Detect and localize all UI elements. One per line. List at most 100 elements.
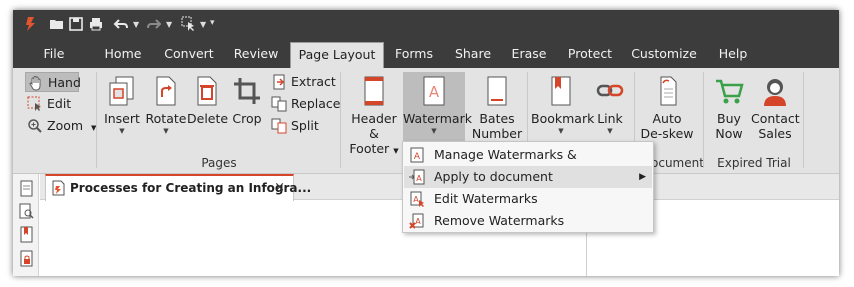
edit-select-icon <box>27 96 41 111</box>
edit-watermarks-label: Edit Watermarks <box>434 191 538 206</box>
extract-icon <box>273 74 285 90</box>
watermark-icon: A <box>423 76 445 106</box>
contact-agent-icon <box>764 79 786 106</box>
edit-label: Edit <box>47 96 72 111</box>
deskew-icon <box>660 76 677 106</box>
undo-icon[interactable] <box>113 16 129 32</box>
buy-label-2: Now <box>715 126 743 141</box>
quick-access-toolbar: ▼ ▼ ▼ ▾ <box>13 10 839 40</box>
tab-forms[interactable]: Forms <box>389 42 439 68</box>
menu-item-edit-watermarks[interactable]: A Edit Watermarks <box>404 188 652 210</box>
submenu-arrow-icon: ▶ <box>639 172 646 182</box>
print-icon[interactable] <box>88 16 104 32</box>
split-pages-button[interactable]: Split <box>269 116 327 136</box>
extract-pages-button[interactable]: Extract <box>269 72 337 92</box>
tab-file[interactable]: File <box>31 42 77 68</box>
insert-pages-button[interactable]: Insert ▼ <box>101 72 143 152</box>
link-icon <box>596 84 624 97</box>
customize-qat-icon[interactable]: ▾ <box>210 18 215 28</box>
separator <box>803 72 804 168</box>
rotate-pages-button[interactable]: Rotate ▼ <box>145 72 187 152</box>
hand-tool-button[interactable]: Hand <box>25 72 81 92</box>
tab-review[interactable]: Review <box>225 42 287 68</box>
menu-item-remove-watermarks[interactable]: A Remove Watermarks <box>404 210 652 232</box>
zoom-label: Zoom <box>47 118 84 133</box>
rotate-dropdown-icon: ▼ <box>163 127 169 135</box>
contact-sales-button[interactable]: Contact Sales <box>751 72 800 152</box>
crop-icon <box>234 78 260 104</box>
navigation-panel-bar <box>13 174 39 276</box>
pages-group-label: Pages <box>201 156 237 170</box>
replace-pages-button[interactable]: Replace <box>269 94 341 114</box>
manage-watermark-icon: A <box>410 147 424 163</box>
expired-trial-group-label: Expired Trial <box>717 156 791 170</box>
delete-label: Delete <box>187 111 229 126</box>
crop-pages-button[interactable]: Crop <box>229 72 265 152</box>
hand-icon <box>29 76 41 91</box>
watermark-dropdown-icon: ▼ <box>431 127 437 135</box>
close-tab-icon[interactable]: × <box>274 180 285 195</box>
app-window: ▼ ▼ ▼ ▾ File Home Convert Review Page La… <box>13 10 839 276</box>
watermark-label: Watermark <box>403 111 472 126</box>
deskew-label-1: Auto <box>652 111 682 126</box>
link-dropdown-icon: ▼ <box>607 127 613 135</box>
zoom-icon <box>28 119 42 133</box>
select-dropdown-icon[interactable]: ▼ <box>200 20 206 29</box>
edit-tool-button[interactable]: Edit <box>25 94 79 114</box>
zoom-tool-button[interactable]: Zoom ▼ <box>25 116 103 136</box>
menu-item-apply-to-document[interactable]: A Apply to document ▶ <box>404 166 652 188</box>
tab-help[interactable]: Help <box>711 42 755 68</box>
tab-share[interactable]: Share <box>449 42 497 68</box>
bookmark-button[interactable]: Bookmark ▼ <box>531 72 595 152</box>
menu-item-manage-watermarks[interactable]: A Manage Watermarks & Backgrounds <box>404 144 652 184</box>
page-thumbnails-icon[interactable] <box>19 180 34 197</box>
header-footer-icon <box>364 76 384 106</box>
open-folder-icon[interactable] <box>49 16 65 32</box>
hand-label: Hand <box>48 75 81 90</box>
tab-erase[interactable]: Erase <box>507 42 551 68</box>
save-icon[interactable] <box>68 16 84 32</box>
buy-now-button[interactable]: Buy Now <box>709 72 749 152</box>
bookmarks-panel-icon[interactable] <box>19 226 34 243</box>
tab-convert[interactable]: Convert <box>157 42 221 68</box>
replace-icon <box>271 96 287 112</box>
delete-pages-button[interactable]: Delete <box>187 72 229 152</box>
redo-dropdown-icon[interactable]: ▼ <box>166 20 172 29</box>
auto-deskew-button[interactable]: Auto De-skew <box>639 72 695 152</box>
remove-watermarks-label: Remove Watermarks <box>434 213 565 228</box>
bates-number-button[interactable]: Bates Number ▼ <box>471 72 523 155</box>
watermark-dropdown-menu: A Manage Watermarks & Backgrounds A Appl… <box>402 141 654 233</box>
separator <box>96 72 97 168</box>
header-footer-button[interactable]: Header & Footer ▼ <box>346 72 402 156</box>
bookmark-label: Bookmark <box>531 111 595 126</box>
undo-dropdown-icon[interactable]: ▼ <box>133 20 139 29</box>
search-document-icon[interactable] <box>19 203 34 220</box>
contact-label-1: Contact <box>751 111 800 126</box>
replace-label: Replace <box>291 96 341 111</box>
header-footer-label-2: Footer <box>349 141 390 156</box>
bates-icon <box>487 76 507 106</box>
bookmark-dropdown-icon: ▼ <box>558 127 564 135</box>
tab-page-layout[interactable]: Page Layout <box>290 42 384 68</box>
svg-text:A: A <box>416 174 422 183</box>
watermark-button[interactable]: A Watermark ▼ <box>403 72 472 152</box>
link-label: Link <box>597 111 623 126</box>
redo-icon[interactable] <box>146 16 162 32</box>
link-button[interactable]: Link ▼ <box>593 72 627 152</box>
crop-label: Crop <box>232 111 262 126</box>
delete-page-icon <box>197 76 217 106</box>
rotate-page-icon <box>156 76 176 106</box>
apply-watermark-icon: A <box>409 169 425 185</box>
tab-protect[interactable]: Protect <box>561 42 619 68</box>
split-icon <box>271 118 287 134</box>
document-tab[interactable]: Processes for Creating an Infogra... × <box>45 174 311 201</box>
svg-text:A: A <box>429 83 440 101</box>
insert-label: Insert <box>104 111 140 126</box>
header-footer-dropdown-icon: ▼ <box>393 147 399 155</box>
app-logo-icon <box>26 17 35 31</box>
tab-home[interactable]: Home <box>95 42 151 68</box>
tab-customize[interactable]: Customize <box>629 42 699 68</box>
header-footer-label-1: Header & <box>351 111 397 141</box>
select-cursor-icon[interactable] <box>181 16 197 32</box>
security-panel-icon[interactable] <box>19 250 34 267</box>
